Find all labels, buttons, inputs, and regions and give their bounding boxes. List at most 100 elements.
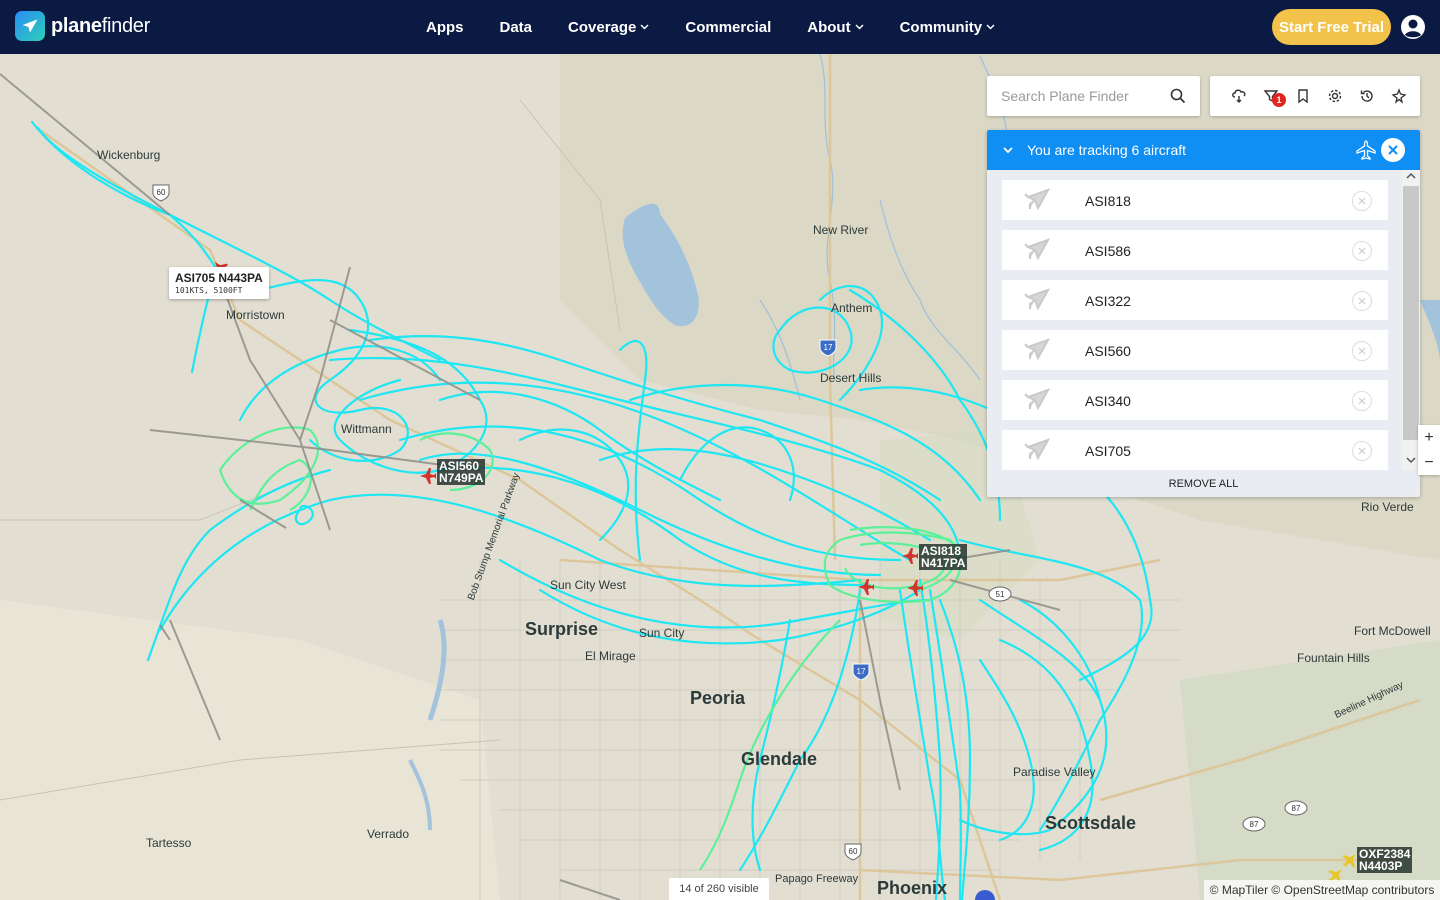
chevron-down-icon bbox=[986, 24, 995, 30]
nav-commercial[interactable]: Commercial bbox=[685, 19, 771, 36]
filter-button[interactable]: 1 bbox=[1255, 76, 1287, 116]
remove-aircraft-button[interactable] bbox=[1352, 291, 1372, 311]
top-nav: planefinder Apps Data Coverage Commercia… bbox=[0, 0, 1440, 54]
remove-aircraft-button[interactable] bbox=[1352, 191, 1372, 211]
close-icon bbox=[1358, 447, 1366, 455]
svg-text:60: 60 bbox=[849, 847, 858, 856]
svg-text:17: 17 bbox=[857, 667, 866, 676]
svg-text:17: 17 bbox=[824, 343, 833, 352]
bookmark-icon bbox=[1298, 89, 1308, 104]
remove-aircraft-button[interactable] bbox=[1352, 441, 1372, 461]
popup-subtitle: 101KTS, 5100FT bbox=[175, 286, 243, 295]
zoom-out-button[interactable]: − bbox=[1418, 450, 1440, 475]
nav-community-label: Community bbox=[899, 18, 983, 36]
nav-community[interactable]: Community bbox=[900, 19, 996, 36]
flight-tag-registration: N417PA bbox=[921, 556, 966, 570]
remove-all-button[interactable]: REMOVE ALL bbox=[987, 470, 1420, 497]
settings-icon bbox=[1328, 89, 1342, 103]
svg-text:87: 87 bbox=[1250, 820, 1259, 829]
close-tracking-button[interactable] bbox=[1381, 138, 1405, 162]
bookmark-button[interactable] bbox=[1287, 76, 1319, 116]
place-label: El Mirage bbox=[585, 649, 636, 663]
popup-title: ASI705 N443PA bbox=[175, 271, 263, 285]
place-label: Fountain Hills bbox=[1297, 651, 1370, 665]
remove-aircraft-button[interactable] bbox=[1352, 241, 1372, 261]
tracked-aircraft-callsign: ASI340 bbox=[1085, 393, 1131, 409]
nav-about-label: About bbox=[807, 18, 851, 36]
map-attribution[interactable]: © MapTiler © OpenStreetMap contributors bbox=[1204, 880, 1440, 900]
tracked-aircraft-list[interactable]: ASI818 ASI586 ASI322 ASI560 ASI340 ASI70… bbox=[987, 170, 1420, 470]
nav-coverage-label: Coverage bbox=[568, 18, 637, 36]
road-label: Papago Freeway bbox=[775, 873, 859, 885]
tracked-aircraft-callsign: ASI586 bbox=[1085, 243, 1131, 259]
place-label: New River bbox=[813, 223, 869, 237]
search-box bbox=[987, 76, 1200, 116]
place-label: Fort McDowell bbox=[1354, 624, 1431, 638]
tracked-aircraft-row[interactable]: ASI586 bbox=[1002, 230, 1388, 270]
user-circle-icon[interactable] bbox=[1400, 14, 1426, 40]
tracked-aircraft-row[interactable]: ASI818 bbox=[1002, 180, 1388, 220]
flight-tag[interactable]: ASI560 N749PA bbox=[437, 459, 486, 485]
settings-button[interactable] bbox=[1319, 76, 1351, 116]
flight-tag-registration: N4403P bbox=[1359, 859, 1403, 873]
chevron-up-icon[interactable] bbox=[1406, 172, 1416, 180]
zoom-in-button[interactable]: + bbox=[1418, 425, 1440, 450]
chevron-down-icon[interactable] bbox=[1001, 146, 1015, 154]
chevron-down-icon bbox=[855, 24, 864, 30]
scrollbar-thumb[interactable] bbox=[1403, 186, 1419, 440]
aircraft-icon bbox=[1024, 288, 1050, 311]
planefinder-logo[interactable]: planefinder bbox=[15, 11, 150, 41]
place-label: Surprise bbox=[525, 619, 599, 639]
zoom-control: + − bbox=[1418, 425, 1440, 475]
chevron-down-icon[interactable] bbox=[1406, 456, 1416, 464]
place-label: Desert Hills bbox=[820, 371, 882, 385]
svg-text:60: 60 bbox=[157, 188, 166, 197]
place-label: Wickenburg bbox=[97, 148, 161, 162]
close-icon bbox=[1358, 397, 1366, 405]
start-free-trial-button[interactable]: Start Free Trial bbox=[1272, 9, 1391, 45]
nav-about[interactable]: About bbox=[807, 18, 864, 36]
filter-badge: 1 bbox=[1272, 93, 1286, 107]
nav-commercial-label: Commercial bbox=[685, 18, 772, 36]
place-label: Anthem bbox=[831, 301, 873, 315]
place-label: Rio Verde bbox=[1361, 500, 1414, 514]
place-label: Scottsdale bbox=[1045, 813, 1137, 833]
tracked-aircraft-row[interactable]: ASI340 bbox=[1002, 380, 1388, 420]
tracked-aircraft-row[interactable]: ASI560 bbox=[1002, 330, 1388, 370]
search-input[interactable] bbox=[1001, 88, 1161, 104]
search-icon[interactable] bbox=[1170, 88, 1186, 104]
tracked-aircraft-callsign: ASI322 bbox=[1085, 293, 1131, 309]
place-label: Glendale bbox=[741, 749, 818, 769]
playback-icon bbox=[1391, 88, 1407, 104]
nav-apps[interactable]: Apps bbox=[426, 19, 464, 36]
history-icon bbox=[1360, 90, 1373, 102]
tracking-title: You are tracking 6 aircraft bbox=[1027, 142, 1187, 158]
main-menu: Apps Data Coverage Commercial About Comm… bbox=[426, 0, 1031, 54]
remove-aircraft-button[interactable] bbox=[1352, 341, 1372, 361]
nav-coverage[interactable]: Coverage bbox=[568, 19, 649, 36]
remove-aircraft-button[interactable] bbox=[1352, 391, 1372, 411]
nav-data[interactable]: Data bbox=[500, 19, 533, 36]
brand-name-thin: finder bbox=[101, 14, 151, 37]
place-label: Phoenix bbox=[877, 878, 948, 898]
playback-button[interactable] bbox=[1383, 76, 1415, 116]
close-icon bbox=[1358, 297, 1366, 305]
tracking-panel-header: You are tracking 6 aircraft bbox=[987, 130, 1420, 170]
close-icon bbox=[1358, 247, 1366, 255]
place-label: Morristown bbox=[226, 308, 285, 322]
weather-button[interactable] bbox=[1223, 76, 1255, 116]
map-toolbar: 1 bbox=[1210, 76, 1420, 116]
visible-aircraft-count: 14 of 260 visible bbox=[669, 878, 769, 900]
history-button[interactable] bbox=[1351, 76, 1383, 116]
flight-tag[interactable]: OXF2384 N4403P bbox=[1357, 847, 1413, 873]
aircraft-popup[interactable]: ASI705 N443PA 101KTS, 5100FT bbox=[169, 267, 269, 299]
tracked-aircraft-row[interactable]: ASI322 bbox=[1002, 280, 1388, 320]
aircraft-icon bbox=[1024, 388, 1050, 411]
place-label: Sun City bbox=[639, 626, 685, 640]
flight-tag[interactable]: ASI818 N417PA bbox=[919, 544, 968, 570]
nav-apps-label: Apps bbox=[426, 18, 464, 36]
flight-tag-registration: N749PA bbox=[439, 471, 484, 485]
tracked-aircraft-row[interactable]: ASI705 bbox=[1002, 430, 1388, 470]
aircraft-icon bbox=[1024, 438, 1050, 461]
chevron-down-icon bbox=[640, 24, 649, 30]
